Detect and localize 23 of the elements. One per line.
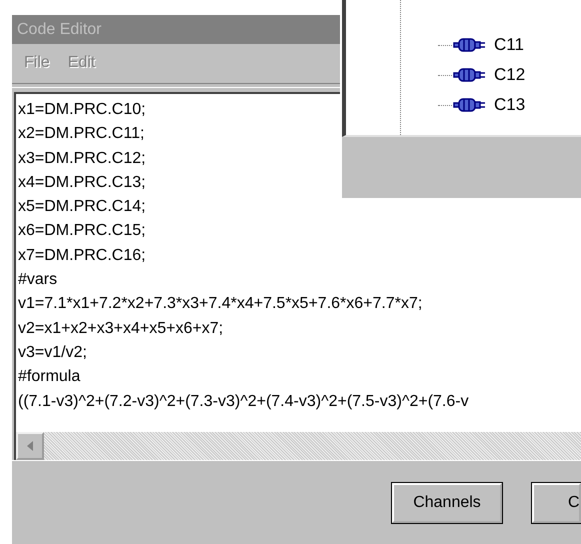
code-line: x1=DM.PRC.C10; xyxy=(18,100,146,120)
code-line: #formula xyxy=(18,367,80,388)
dialog-button[interactable]: C xyxy=(532,482,581,522)
code-line: x4=DM.PRC.C13; xyxy=(18,172,146,193)
scroll-left-button[interactable] xyxy=(16,432,44,460)
code-line: x5=DM.PRC.C14; xyxy=(18,197,146,218)
code-line: v3=v1/v2; xyxy=(18,342,87,363)
connector-icon xyxy=(452,66,486,84)
tree-item[interactable]: C13 xyxy=(494,95,526,115)
code-line: x6=DM.PRC.C15; xyxy=(18,221,146,242)
code-line: ((7.1-v3)^2+(7.2-v3)^2+(7.3-v3)^2+(7.4-v3)^2+(7.5-v3)^2+(7.6-v xyxy=(18,392,469,412)
horizontal-scrollbar[interactable] xyxy=(16,432,581,460)
code-line: x3=DM.PRC.C12; xyxy=(18,148,146,169)
code-line: #vars xyxy=(18,270,58,290)
connector-icon xyxy=(452,96,486,114)
dialog-button[interactable]: Channels xyxy=(392,482,502,522)
tree-item[interactable]: C12 xyxy=(494,65,526,85)
left-arrow-icon xyxy=(26,440,34,452)
code-line: v1=7.1*x1+7.2*x2+7.3*x3+7.4*x4+7.5*x5+7.6*x6+7.7*x7; xyxy=(18,294,422,314)
code-line: v2=x1+x2+x3+x4+x5+x6+x7; xyxy=(18,318,224,339)
connector-icon xyxy=(452,36,486,54)
code-line: x7=DM.PRC.C16; xyxy=(18,246,146,266)
code-line: x2=DM.PRC.C11; xyxy=(18,124,144,144)
